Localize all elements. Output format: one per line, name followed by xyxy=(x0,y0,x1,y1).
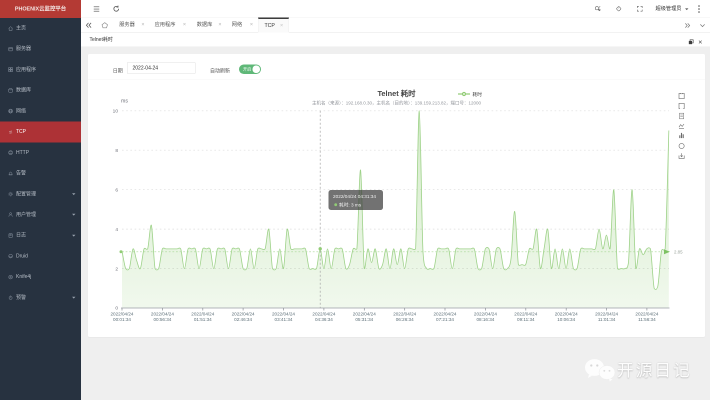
svg-text:Telnet 耗时: Telnet 耗时 xyxy=(377,89,416,98)
svg-text:07:21:34: 07:21:34 xyxy=(436,317,454,322)
svg-text:8: 8 xyxy=(115,148,118,154)
svg-text:耗时: 3 ms: 耗时: 3 ms xyxy=(339,202,362,209)
svg-text:06:26:34: 06:26:34 xyxy=(396,317,414,322)
svg-text:11:56:34: 11:56:34 xyxy=(638,317,656,322)
svg-text:08:16:34: 08:16:34 xyxy=(476,317,494,322)
svg-text:2022/04/24: 2022/04/24 xyxy=(555,311,578,316)
svg-text:2022/04/24: 2022/04/24 xyxy=(111,311,134,316)
svg-text:2022/04/24: 2022/04/24 xyxy=(353,311,376,316)
svg-text:2022/04/24: 2022/04/24 xyxy=(474,311,497,316)
svg-text:2022/04/24: 2022/04/24 xyxy=(312,311,335,316)
svg-text:2022/04/24 04:31:34: 2022/04/24 04:31:34 xyxy=(333,194,376,199)
svg-text:主机名（来源）：192.168.0.30，主机名（目的地）：: 主机名（来源）：192.168.0.30，主机名（目的地）：139.159.21… xyxy=(312,100,482,107)
svg-text:10:06:34: 10:06:34 xyxy=(557,317,575,322)
svg-text:2.85: 2.85 xyxy=(674,249,683,254)
svg-text:2022/04/24: 2022/04/24 xyxy=(232,311,255,316)
svg-text:00:01:34: 00:01:34 xyxy=(113,317,131,322)
svg-text:05:31:34: 05:31:34 xyxy=(355,317,373,322)
svg-text:01:51:34: 01:51:34 xyxy=(194,317,212,322)
svg-text:04:36:34: 04:36:34 xyxy=(315,317,333,322)
svg-text:耗时: 耗时 xyxy=(473,91,483,98)
svg-text:09:11:34: 09:11:34 xyxy=(517,317,535,322)
svg-text:2022/04/24: 2022/04/24 xyxy=(595,311,618,316)
svg-text:2022/04/24: 2022/04/24 xyxy=(191,311,214,316)
svg-text:2022/04/24: 2022/04/24 xyxy=(434,311,457,316)
svg-text:2022/04/24: 2022/04/24 xyxy=(151,311,174,316)
svg-text:00:56:34: 00:56:34 xyxy=(153,317,171,322)
svg-text:11:01:34: 11:01:34 xyxy=(598,317,616,322)
svg-text:6: 6 xyxy=(115,187,118,193)
svg-text:2022/04/24: 2022/04/24 xyxy=(635,311,658,316)
svg-text:2: 2 xyxy=(115,266,118,272)
svg-text:ms: ms xyxy=(121,99,128,105)
svg-text:02:46:34: 02:46:34 xyxy=(234,317,252,322)
svg-text:2022/04/24: 2022/04/24 xyxy=(514,311,537,316)
svg-text:2022/04/24: 2022/04/24 xyxy=(393,311,416,316)
svg-text:10: 10 xyxy=(113,109,119,115)
svg-text:2022/04/24: 2022/04/24 xyxy=(272,311,295,316)
svg-text:4: 4 xyxy=(115,227,118,233)
svg-text:03:41:34: 03:41:34 xyxy=(275,317,293,322)
